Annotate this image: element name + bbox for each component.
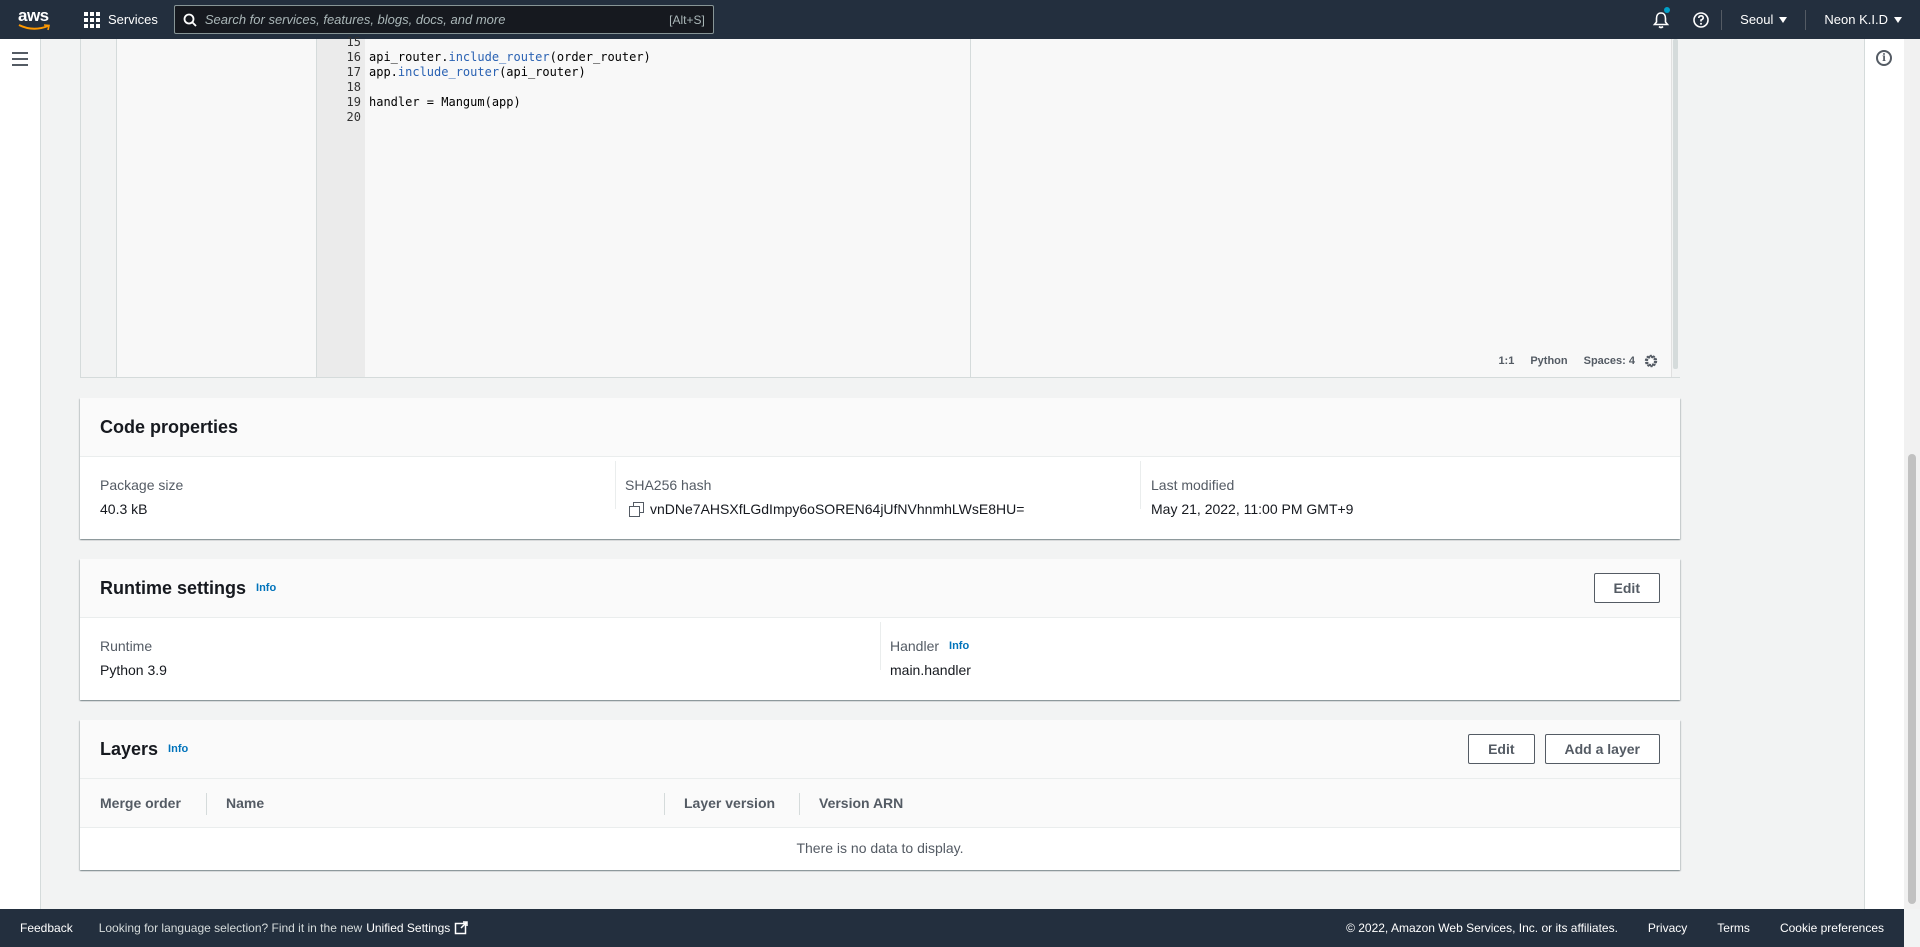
last-modified-value: May 21, 2022, 11:00 PM GMT+9 bbox=[1151, 501, 1354, 517]
editor-status-bar: 1:1 Python Spaces: 4 bbox=[1482, 353, 1659, 369]
caret-down-icon bbox=[1894, 16, 1902, 23]
cursor-position[interactable]: 1:1 bbox=[1498, 355, 1514, 367]
account-label: Neon K.I.D bbox=[1824, 12, 1888, 27]
footer: Feedback Looking for language selection?… bbox=[0, 909, 1904, 947]
code-line[interactable]: app.include_router(api_router) bbox=[369, 65, 586, 80]
left-rail bbox=[0, 39, 41, 909]
unified-settings-label: Unified Settings bbox=[366, 921, 451, 935]
panel-title: Layers bbox=[100, 738, 159, 759]
region-selector[interactable]: Seoul bbox=[1722, 12, 1805, 27]
panel-header: Code properties bbox=[80, 398, 1680, 457]
account-menu[interactable]: Neon K.I.D bbox=[1806, 12, 1920, 27]
info-link[interactable]: Info bbox=[949, 640, 969, 652]
panel-title: Code properties bbox=[100, 416, 239, 437]
copyright: © 2022, Amazon Web Services, Inc. or its… bbox=[1346, 921, 1618, 935]
unified-settings-link[interactable]: Unified Settings bbox=[366, 921, 469, 935]
edit-layers-button[interactable]: Edit bbox=[1468, 734, 1535, 764]
right-rail: i bbox=[1864, 39, 1904, 909]
copy-icon[interactable] bbox=[629, 502, 644, 517]
gear-icon[interactable] bbox=[1643, 353, 1659, 369]
code-editor: 15 16 17 18 19 20 api_router.include_rou… bbox=[80, 35, 1680, 378]
handler-value: main.handler bbox=[890, 662, 971, 678]
last-modified-field: Last modified May 21, 2022, 11:00 PM GMT… bbox=[1140, 457, 1680, 517]
field-label: Package size bbox=[100, 477, 184, 493]
line-number: 15 bbox=[346, 35, 361, 49]
line-number: 17 bbox=[346, 65, 361, 79]
runtime-field: Runtime Python 3.9 bbox=[80, 618, 880, 678]
notifications-button[interactable] bbox=[1641, 0, 1681, 39]
search-shortcut: [Alt+S] bbox=[669, 12, 705, 27]
editor-sidebar bbox=[81, 39, 117, 377]
help-button[interactable] bbox=[1681, 0, 1721, 39]
field-label: SHA256 hash bbox=[625, 477, 712, 493]
external-link-icon bbox=[455, 921, 469, 935]
search-icon bbox=[183, 13, 197, 27]
handler-field: Handler Info main.handler bbox=[880, 618, 1680, 678]
search-input[interactable] bbox=[204, 12, 670, 27]
terms-link[interactable]: Terms bbox=[1717, 921, 1750, 935]
editor-code-area[interactable] bbox=[365, 39, 971, 377]
info-link[interactable]: Info bbox=[168, 743, 188, 755]
line-number: 20 bbox=[346, 110, 361, 124]
services-label: Services bbox=[108, 12, 158, 27]
services-menu[interactable]: Services bbox=[84, 0, 158, 39]
line-number: 16 bbox=[346, 50, 361, 64]
language-mode[interactable]: Python bbox=[1530, 355, 1567, 367]
column-header[interactable]: Name bbox=[206, 779, 664, 828]
top-nav: aws Services [Alt+S] bbox=[0, 0, 1920, 39]
code-line[interactable]: api_router.include_router(order_router) bbox=[369, 50, 651, 65]
column-header[interactable]: Merge order bbox=[80, 779, 206, 828]
page-scrollbar[interactable] bbox=[1904, 39, 1920, 909]
edit-runtime-button[interactable]: Edit bbox=[1593, 573, 1660, 603]
editor-scrollbar-thumb[interactable] bbox=[1673, 39, 1678, 369]
page-scrollbar-thumb[interactable] bbox=[1908, 454, 1916, 904]
column-header[interactable]: Layer version bbox=[664, 779, 799, 828]
layers-panel: Layers Info Edit Add a layer Merge order… bbox=[80, 720, 1680, 870]
aws-logo[interactable]: aws bbox=[18, 5, 70, 35]
line-number: 18 bbox=[346, 80, 361, 94]
privacy-link[interactable]: Privacy bbox=[1648, 921, 1687, 935]
add-layer-button[interactable]: Add a layer bbox=[1544, 734, 1660, 764]
indent-setting[interactable]: Spaces: 4 bbox=[1584, 355, 1635, 367]
code-properties-panel: Code properties Package size 40.3 kB SHA… bbox=[80, 398, 1680, 539]
info-link[interactable]: Info bbox=[256, 582, 276, 594]
info-panel-icon[interactable]: i bbox=[1876, 50, 1892, 66]
help-icon bbox=[1693, 11, 1709, 28]
runtime-settings-panel: Runtime settings Info Edit Runtime Pytho… bbox=[80, 559, 1680, 700]
runtime-value: Python 3.9 bbox=[100, 662, 167, 678]
panel-title: Runtime settings bbox=[100, 577, 247, 598]
aws-logo-text: aws bbox=[18, 5, 49, 25]
menu-icon[interactable] bbox=[12, 52, 28, 66]
empty-state: There is no data to display. bbox=[796, 840, 964, 856]
package-size-value: 40.3 kB bbox=[100, 501, 148, 517]
field-label: Handler bbox=[890, 638, 940, 654]
grid-icon bbox=[84, 11, 100, 28]
cookie-preferences-link[interactable]: Cookie preferences bbox=[1780, 921, 1884, 935]
editor-split-pane[interactable] bbox=[971, 39, 1671, 377]
language-notice: Looking for language selection? Find it … bbox=[98, 921, 363, 935]
package-size-field: Package size 40.3 kB bbox=[80, 457, 615, 517]
field-label: Last modified bbox=[1151, 477, 1235, 493]
editor-file-tree bbox=[117, 39, 317, 377]
layers-table-header: Merge order Name Layer version Version A… bbox=[80, 779, 1680, 828]
sha-value: vnDNe7AHSXfLGdImpy6oSOREN64jUfNVhnmhLWsE… bbox=[650, 501, 1025, 517]
panel-header: Runtime settings Info Edit bbox=[80, 559, 1680, 618]
panel-header: Layers Info Edit Add a layer bbox=[80, 720, 1680, 779]
caret-down-icon bbox=[1779, 16, 1788, 23]
region-label: Seoul bbox=[1740, 12, 1774, 27]
bell-icon bbox=[1652, 11, 1670, 28]
column-header[interactable]: Version ARN bbox=[799, 779, 999, 828]
code-line[interactable]: handler = Mangum(app) bbox=[369, 95, 521, 110]
aws-smile-icon bbox=[18, 23, 50, 30]
search-box[interactable]: [Alt+S] bbox=[173, 5, 714, 34]
line-number: 19 bbox=[346, 95, 361, 109]
feedback-link[interactable]: Feedback bbox=[20, 921, 73, 935]
field-label: Runtime bbox=[100, 638, 153, 654]
sha-field: SHA256 hash vnDNe7AHSXfLGdImpy6oSOREN64j… bbox=[615, 457, 1140, 517]
